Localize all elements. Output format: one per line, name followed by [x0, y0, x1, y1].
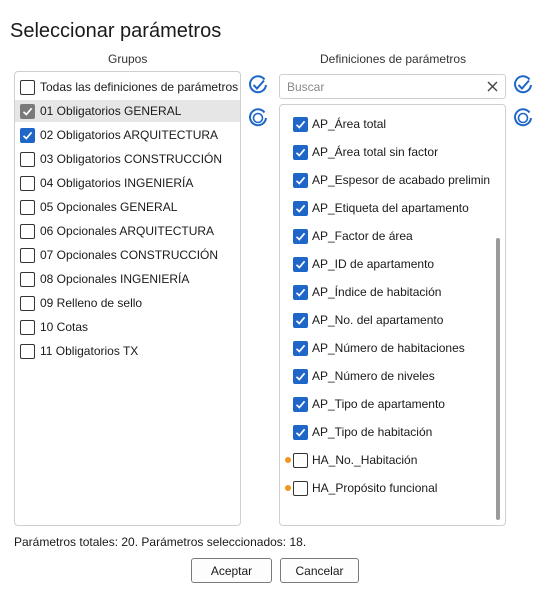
group-label: Todas las definiciones de parámetros: [40, 80, 239, 94]
group-checkbox[interactable]: [20, 343, 35, 359]
group-checkbox[interactable]: [20, 223, 35, 239]
definition-item[interactable]: AP_Espesor de acabado prelimin: [293, 169, 503, 191]
definition-label: AP_Espesor de acabado prelimin: [312, 173, 491, 187]
group-checkbox[interactable]: [20, 247, 35, 263]
definition-checkbox[interactable]: [293, 116, 308, 132]
definition-label: AP_Etiqueta del apartamento: [312, 201, 469, 215]
group-label: 10 Cotas: [40, 320, 89, 334]
group-item[interactable]: 05 Opcionales GENERAL: [15, 196, 240, 218]
definition-label: AP_Área total: [312, 117, 387, 131]
cancel-button[interactable]: Cancelar: [280, 558, 359, 583]
definition-item[interactable]: AP_Área total: [293, 113, 503, 135]
definition-checkbox[interactable]: [293, 144, 308, 160]
group-item[interactable]: 09 Relleno de sello: [15, 292, 240, 314]
group-label: 02 Obligatorios ARQUITECTURA: [40, 128, 219, 142]
group-checkbox[interactable]: [20, 295, 35, 311]
group-item[interactable]: 03 Obligatorios CONSTRUCCIÓN: [15, 148, 240, 170]
definition-item[interactable]: HA_No._Habitación: [293, 449, 503, 471]
group-checkbox[interactable]: [20, 271, 35, 287]
group-item[interactable]: 07 Opcionales CONSTRUCCIÓN: [15, 244, 240, 266]
definition-item[interactable]: AP_Tipo de habitación: [293, 421, 503, 443]
definition-label: HA_Propósito funcional: [312, 481, 438, 495]
uncheck-all-groups-icon[interactable]: [247, 107, 269, 129]
group-item[interactable]: 11 Obligatorios TX: [15, 340, 240, 362]
definition-item[interactable]: AP_Índice de habitación: [293, 281, 503, 303]
group-item[interactable]: Todas las definiciones de parámetros: [15, 76, 240, 98]
definition-checkbox[interactable]: [293, 228, 308, 244]
definition-label: AP_Índice de habitación: [312, 285, 442, 299]
groups-header: Grupos: [108, 52, 148, 66]
group-label: 06 Opcionales ARQUITECTURA: [40, 224, 215, 238]
uncheck-all-definitions-icon[interactable]: [512, 107, 534, 129]
definition-checkbox[interactable]: [293, 340, 308, 356]
definition-checkbox[interactable]: [293, 452, 308, 468]
definition-label: AP_ID de apartamento: [312, 257, 435, 271]
definition-checkbox[interactable]: [293, 172, 308, 188]
search-box[interactable]: [279, 74, 506, 99]
accept-button[interactable]: Aceptar: [191, 558, 272, 583]
group-checkbox[interactable]: [20, 199, 35, 215]
group-label: 09 Relleno de sello: [40, 296, 143, 310]
check-all-groups-icon[interactable]: [247, 74, 269, 96]
group-checkbox[interactable]: [20, 103, 35, 119]
definition-checkbox[interactable]: [293, 480, 308, 496]
group-item[interactable]: 06 Opcionales ARQUITECTURA: [15, 220, 240, 242]
group-item[interactable]: 10 Cotas: [15, 316, 240, 338]
definition-checkbox[interactable]: [293, 256, 308, 272]
definition-item[interactable]: AP_Número de habitaciones: [293, 337, 503, 359]
definition-label: AP_No. del apartamento: [312, 313, 444, 327]
definition-item[interactable]: AP_Número de niveles: [293, 365, 503, 387]
definition-checkbox[interactable]: [293, 368, 308, 384]
groups-list[interactable]: Todas las definiciones de parámetros 01 O…: [14, 71, 241, 526]
group-checkbox[interactable]: [20, 175, 35, 191]
modified-indicator-icon: [285, 457, 291, 463]
definition-label: AP_Número de niveles: [312, 369, 435, 383]
definition-label: AP_Factor de área: [312, 229, 413, 243]
dialog-title: Seleccionar parámetros: [10, 20, 222, 42]
definition-checkbox[interactable]: [293, 312, 308, 328]
group-item[interactable]: 04 Obligatorios INGENIERÍA: [15, 172, 240, 194]
group-label: 03 Obligatorios CONSTRUCCIÓN: [40, 152, 223, 166]
group-checkbox[interactable]: [20, 79, 35, 95]
definition-checkbox[interactable]: [293, 284, 308, 300]
group-checkbox[interactable]: [20, 151, 35, 167]
definitions-list[interactable]: AP_Área total AP_Área total sin factor AP_…: [279, 104, 506, 526]
group-checkbox[interactable]: [20, 127, 35, 143]
group-label: 05 Opcionales GENERAL: [40, 200, 178, 214]
clear-search-icon[interactable]: [486, 80, 499, 93]
definition-label: AP_Área total sin factor: [312, 145, 439, 159]
group-item[interactable]: 01 Obligatorios GENERAL: [15, 100, 240, 122]
definition-checkbox[interactable]: [293, 424, 308, 440]
definitions-header: Definiciones de parámetros: [320, 52, 467, 66]
definition-checkbox[interactable]: [293, 396, 308, 412]
modified-indicator-icon: [285, 485, 291, 491]
definition-item[interactable]: AP_No. del apartamento: [293, 309, 503, 331]
definition-label: HA_No._Habitación: [312, 453, 418, 467]
definition-item[interactable]: AP_Factor de área: [293, 225, 503, 247]
group-label: 01 Obligatorios GENERAL: [40, 104, 182, 118]
group-label: 07 Opcionales CONSTRUCCIÓN: [40, 248, 219, 262]
group-label: 11 Obligatorios TX: [40, 344, 139, 358]
check-all-definitions-icon[interactable]: [512, 74, 534, 96]
definition-item[interactable]: AP_Tipo de apartamento: [293, 393, 503, 415]
definition-label: AP_Tipo de habitación: [312, 425, 433, 439]
status-text: Parámetros totales: 20. Parámetros selec…: [14, 535, 307, 549]
group-checkbox[interactable]: [20, 319, 35, 335]
search-input[interactable]: [280, 75, 480, 98]
definition-label: AP_Número de habitaciones: [312, 341, 465, 355]
definition-checkbox[interactable]: [293, 200, 308, 216]
group-item[interactable]: 08 Opcionales INGENIERÍA: [15, 268, 240, 290]
definition-item[interactable]: HA_Propósito funcional: [293, 477, 503, 499]
group-item[interactable]: 02 Obligatorios ARQUITECTURA: [15, 124, 240, 146]
group-label: 08 Opcionales INGENIERÍA: [40, 272, 190, 286]
definition-item[interactable]: AP_ID de apartamento: [293, 253, 503, 275]
group-label: 04 Obligatorios INGENIERÍA: [40, 176, 194, 190]
definition-label: AP_Tipo de apartamento: [312, 397, 445, 411]
definition-item[interactable]: AP_Etiqueta del apartamento: [293, 197, 503, 219]
definition-item[interactable]: AP_Área total sin factor: [293, 141, 503, 163]
